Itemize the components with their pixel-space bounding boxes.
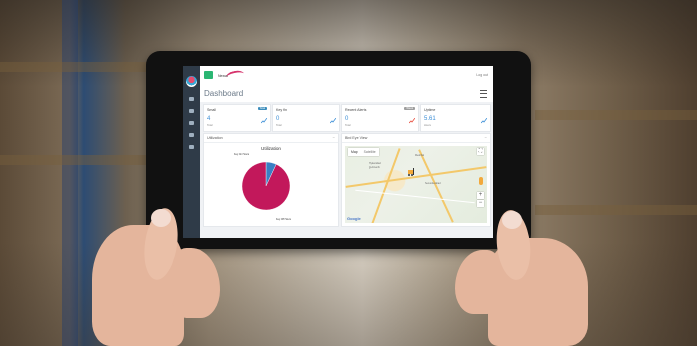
title-row: Dashboard [200,86,493,102]
map-label: హైదరాబాద్ [369,166,380,169]
card-badge: Week [404,107,415,110]
card-value: 0 [276,116,280,122]
card-badge: Total [257,107,267,110]
panel-header: Bird Eye View [345,136,368,140]
card-label: Key fin [276,108,287,112]
map-type-tabs: Map Satellite [348,148,379,156]
map-view[interactable]: Hyderabad హైదరాబాద్ Secunderabad Medchal… [345,146,487,223]
right-thumbnail [502,211,522,229]
sidebar-item-reports[interactable] [189,109,194,113]
trend-icon [409,118,415,124]
left-thumbnail [151,209,171,227]
warehouse-shelf [535,205,697,215]
utilization-pie-chart [241,161,291,211]
card-sub: Total [345,124,351,127]
tab-satellite[interactable]: Satellite [361,148,379,156]
top-bar: Nexus Log out [200,66,493,87]
collapse-button[interactable]: − [333,135,335,140]
card-value: 5.61 [424,116,436,122]
warehouse-beam [62,0,78,346]
trend-icon [330,118,336,124]
pie-label-key-off: Key Off Hours [276,218,291,221]
zoom-in-button[interactable]: + [477,192,484,199]
forklift-marker-icon[interactable] [407,168,416,176]
sidebar-item-documents[interactable] [189,145,194,149]
card-sub: Hours [424,124,431,127]
card-label: Recent Alerts [345,108,367,112]
tablet-screen: Nexus Log out Dashboard Small Total 4 To… [183,66,493,238]
stat-card-small[interactable]: Small Total 4 Total [203,104,271,132]
menu-icon[interactable] [204,71,213,79]
map-road [345,166,487,188]
chart-title: Utilization [261,146,281,151]
panel-divider [342,142,490,143]
tab-map[interactable]: Map [348,148,361,156]
filter-icon[interactable] [480,90,487,98]
sidebar-item-dashboard[interactable] [189,97,194,101]
map-label: Secunderabad [425,182,441,185]
page-title: Dashboard [204,89,244,98]
map-road [418,149,454,223]
warehouse-shelf [0,155,150,165]
card-label: Small [207,108,216,112]
trend-icon [481,118,487,124]
card-label: Uptime [424,108,436,112]
card-sub: Total [276,124,282,127]
panel-header: Utilization [207,136,223,140]
utilization-panel: Utilization − Utilization Key On Hours K… [203,133,339,227]
map-road [371,148,401,223]
stat-card-key-fin[interactable]: Key fin 0 Total [272,104,340,132]
brand-text: Nexus [218,74,228,78]
brand-logo: Nexus [218,69,245,82]
trend-icon [261,118,267,124]
brand-wave-icon [225,69,245,82]
map-road [355,189,475,204]
map-label: Medchal [415,154,425,157]
collapse-button[interactable]: − [485,135,487,140]
stat-card-recent-alerts[interactable]: Recent Alerts Week 0 Total [341,104,419,132]
bird-eye-view-panel: Bird Eye View − Hyderabad హైదరాబాద్ Secu… [341,133,491,227]
pie-slice-key-off-hours[interactable] [241,161,291,211]
sidebar-item-alerts[interactable] [189,133,194,137]
sidebar-item-vehicles[interactable] [189,121,194,125]
card-value: 0 [345,116,349,122]
map-label: Hyderabad [369,162,381,165]
pegman-icon[interactable] [479,177,483,185]
app-logo-icon[interactable] [186,76,197,87]
warehouse-shelf [535,110,697,120]
google-logo: Google [347,216,361,221]
card-sub: Total [207,124,213,127]
logout-link[interactable]: Log out [476,73,488,77]
sidebar [183,66,200,238]
warehouse-shelf [0,62,150,72]
zoom-out-button[interactable]: − [477,200,484,207]
panel-divider [204,142,338,143]
stat-card-uptime[interactable]: Uptime 5.61 Hours [420,104,491,132]
card-value: 4 [207,116,211,122]
pie-label-key-on: Key On Hours [234,153,250,156]
fullscreen-button[interactable]: ⛶ [477,148,484,155]
